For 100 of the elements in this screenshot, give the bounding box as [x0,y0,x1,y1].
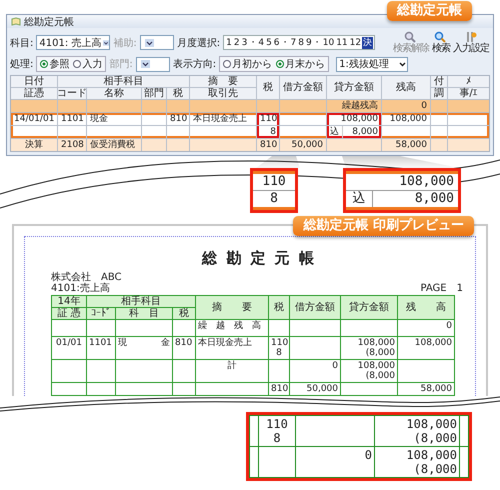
table-cell [87,320,115,336]
month-button[interactable]: 4 [257,36,266,48]
column-header: 付 [431,76,447,87]
table-cell: 50,000 [280,139,326,151]
column-header: 残高 [382,76,430,99]
title-badge: 総勘定元帳 印刷プレビュー [293,216,474,236]
table-cell [190,139,256,151]
table-cell: 1101 [58,113,86,125]
radio-button[interactable] [40,60,48,68]
radio-button[interactable] [223,60,232,68]
table-cell [173,320,195,336]
toolbar-button[interactable]: 入力設定 [452,31,490,54]
field-label: 処理: [10,58,34,71]
table-cell [167,100,189,112]
table-cell: 0 [290,360,340,382]
radio-option[interactable]: 月末から [276,57,326,71]
dropdown-field[interactable]: 4101: 売上高 [36,35,110,50]
table-cell: 1101 [87,337,115,359]
caret-icon [398,60,408,68]
page-number: 1 [456,283,463,294]
toolbar-button[interactable]: 検索 [431,31,451,54]
column-header: 借方金額 [290,296,340,319]
month-button[interactable]: 9 [305,36,313,48]
table-cell [142,126,166,138]
month-button[interactable]: 決 [362,36,374,48]
column-header: 相手科目 [87,296,195,307]
radio-option[interactable]: 参照 [40,57,70,71]
table-cell: 0 [296,447,374,477]
table-cell [431,100,447,112]
table-cell [269,360,289,382]
month-button[interactable]: 5 [265,36,273,48]
book-icon [11,17,21,26]
table-cell: 本日現金売上 [196,337,268,359]
month-button[interactable]: 7 [290,36,298,48]
table-cell [142,139,166,151]
radio-button[interactable] [276,60,284,68]
column-header: 残 高 [398,296,454,319]
column-header: 部門 [142,88,166,99]
column-header: 貸方金額 [327,76,381,99]
table-cell: 110 8 [259,416,295,446]
radio-button[interactable] [73,60,82,68]
column-header: 14年 [52,296,86,307]
table-cell [448,113,489,125]
column-header: 名称 [87,88,141,99]
table-cell: 58,000 [382,139,430,151]
table-cell [173,360,195,382]
dropdown-field[interactable] [140,35,174,50]
field-label: 部門: [109,58,133,71]
column-header: 事/ｴ [448,88,489,99]
table-cell [341,320,397,336]
tax-mark: 込 [346,191,372,207]
table-cell [280,126,326,138]
table-cell [269,320,289,336]
table-cell [398,360,454,382]
table-cell [116,320,172,336]
table-cell [431,126,447,138]
column-header: 調 [431,88,447,99]
table-cell: 108,000 [398,337,454,359]
table-cell: 計 [196,360,268,382]
table-cell: 0 [382,100,430,112]
table-cell: 繰越残高 [327,100,381,112]
caret-icon [144,38,154,46]
table-cell: 8 [253,191,295,207]
table-cell [448,100,489,112]
table-cell [116,383,172,395]
table-cell [280,113,326,125]
table-cell: 0 [398,320,454,336]
month-button[interactable]: 3 [240,36,248,48]
table-cell: 仮受消費税 [87,139,141,151]
table-cell: 108,000 [382,113,430,125]
company-name: 株式会社 ABC [51,272,122,283]
month-button[interactable]: 1 [225,36,233,48]
table-cell [173,383,195,395]
month-button[interactable]: 10 [322,36,336,48]
column-header: 税 [173,308,195,319]
table-cell [290,320,340,336]
table-cell [257,100,279,112]
table-cell: 2108 [58,139,86,151]
table-cell: 8,000 [373,191,458,207]
month-button[interactable]: 8 [297,36,305,48]
radio-option[interactable]: 入力 [73,57,102,71]
table-cell [87,383,115,395]
table-cell: 110 [257,113,279,125]
column-header: 証憑 [11,88,57,99]
separator-dot: ・ [248,37,258,49]
account-name: 4101:売上高 [51,283,111,294]
separator-dot: ・ [312,37,322,49]
month-button[interactable]: 6 [272,36,281,48]
month-button[interactable]: 2 [232,36,241,48]
table-cell [259,447,295,477]
table-cell: 本日現金売上 [190,113,256,125]
dropdown-field[interactable]: 1:残抜処理 [336,56,408,72]
month-button[interactable]: 11 [335,36,349,48]
month-button[interactable]: 12 [348,36,362,48]
radio-option[interactable]: 月初から [223,57,272,71]
table-cell: 50,000 [290,383,340,395]
separator-dot: ・ [280,37,290,49]
table-cell: 58,000 [398,383,454,395]
dropdown-field[interactable] [136,56,170,72]
table-cell [52,360,86,382]
